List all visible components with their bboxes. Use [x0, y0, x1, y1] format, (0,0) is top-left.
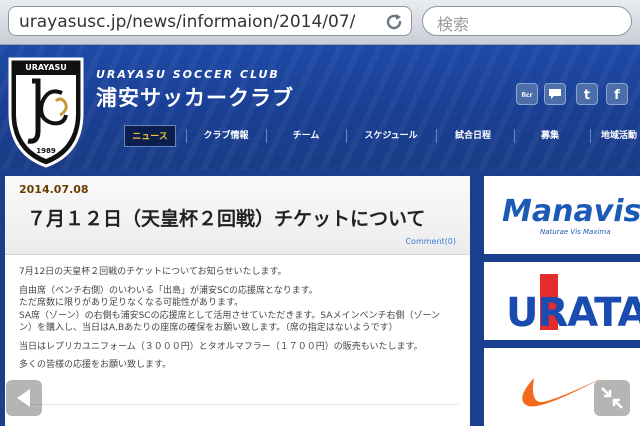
browser-toolbar: urayasusc.jp/news/informaion/2014/07/ 検索 — [0, 0, 640, 45]
reload-icon[interactable] — [383, 11, 405, 33]
search-field[interactable]: 検索 — [422, 6, 632, 36]
manavis-logo: Manavis Naturae Vis Maxima — [502, 194, 640, 236]
sponsor-banner-urata[interactable]: URATA — [484, 262, 640, 340]
article-header: 2014.07.08 ７月１２日（天皇杯２回戦）チケットについて Comment… — [5, 176, 470, 255]
nav-divider — [266, 129, 267, 143]
club-name-en: URAYASU SOCCER CLUB — [96, 68, 280, 81]
manavis-tagline: Naturae Vis Maxima — [540, 228, 611, 236]
body-line: ン）を購入し、当日はA,Bあたりの座席の確保をお願い致します。（席の指定はないよ… — [19, 323, 398, 333]
emblem-year: 1989 — [36, 147, 56, 155]
body-line: 自由席（ベンチ右側）のいわいる「出島」が浦安SCの応援席となります。 — [19, 285, 318, 296]
search-placeholder: 検索 — [437, 15, 470, 34]
nav-club-info[interactable]: クラブ情報 — [196, 125, 256, 147]
facebook-icon[interactable]: f — [606, 83, 628, 105]
article-card: 2014.07.08 ７月１２日（天皇杯２回戦）チケットについて Comment… — [5, 176, 470, 426]
arrow-left-icon — [17, 389, 30, 407]
nav-recruit[interactable]: 募集 — [524, 125, 576, 147]
comment-link[interactable]: Comment(0) — [405, 237, 456, 246]
paragraph: 当日はレプリカユニフォーム（３０００円）とタオルマフラー（１７００円）の販売もい… — [19, 341, 459, 354]
body-line: ただ席数に限りがあり足りなくなる可能性があります。 — [19, 298, 244, 308]
main-nav: ニュース クラブ情報 チーム スケジュール 試合日程 募集 地域活動 — [120, 125, 640, 147]
nav-divider — [590, 129, 591, 143]
urata-logo: URATA — [506, 274, 640, 336]
fullscreen-button[interactable] — [594, 380, 630, 416]
svg-text:f: f — [614, 88, 620, 101]
nav-divider — [436, 129, 437, 143]
nav-divider — [514, 129, 515, 143]
paragraph: 7月12日の天皇杯２回戦のチケットについてお知らせいたします。 — [19, 266, 459, 279]
previous-button[interactable] — [6, 380, 42, 416]
nav-divider — [186, 129, 187, 143]
flickr-icon[interactable]: ficr — [516, 83, 538, 105]
nav-team[interactable]: チーム — [276, 125, 336, 147]
url-text: urayasusc.jp/news/informaion/2014/07/ — [19, 12, 356, 32]
club-name-ja[interactable]: 浦安サッカークラブ — [96, 82, 294, 112]
paragraph: 自由席（ベンチ右側）のいわいる「出島」が浦安SCの応援席となります。 ただ席数に… — [19, 285, 459, 335]
club-emblem[interactable]: URAYASU 1989 — [4, 53, 88, 169]
svg-text:ficr: ficr — [522, 92, 533, 99]
nav-schedule[interactable]: スケジュール — [356, 125, 426, 147]
shrink-icon — [601, 387, 623, 409]
body-line: SA席（ゾーン）の右側も浦安SCの応援席として活用させていただきます。SAメイン… — [19, 310, 441, 321]
manavis-logo-text: Manavis — [502, 194, 640, 229]
nav-divider — [346, 129, 347, 143]
nav-community[interactable]: 地域活動 — [598, 125, 640, 147]
article-title[interactable]: ７月１２日（天皇杯２回戦）チケットについて — [27, 204, 425, 231]
address-bar[interactable]: urayasusc.jp/news/informaion/2014/07/ — [8, 6, 412, 36]
urata-logo-text: URATA — [506, 290, 640, 336]
body-line: 7月12日の天皇杯２回戦のチケットについてお知らせいたします。 — [19, 267, 287, 277]
twitter-icon[interactable]: t — [576, 83, 598, 105]
nav-match-schedule[interactable]: 試合日程 — [446, 125, 500, 147]
site-header: URAYASU 1989 URAYASU SOCCER CLUB 浦安サッカーク… — [0, 45, 640, 170]
article-divider — [19, 404, 459, 405]
emblem-top-text: URAYASU — [25, 63, 67, 72]
paragraph: 多くの皆様の応援をお願い致します。 — [19, 359, 459, 372]
article-date: 2014.07.08 — [19, 183, 89, 196]
sponsor-banner-manavis[interactable]: Manavis Naturae Vis Maxima — [484, 176, 640, 254]
svg-text:t: t — [584, 88, 590, 101]
article-body: 7月12日の天皇杯２回戦のチケットについてお知らせいたします。 自由席（ベンチ右… — [19, 266, 459, 378]
body-line: 当日はレプリカユニフォーム（３０００円）とタオルマフラー（１７００円）の販売もい… — [19, 341, 423, 352]
chat-icon[interactable] — [544, 83, 566, 105]
nav-news[interactable]: ニュース — [124, 125, 176, 147]
body-line: 多くの皆様の応援をお願い致します。 — [19, 360, 172, 370]
